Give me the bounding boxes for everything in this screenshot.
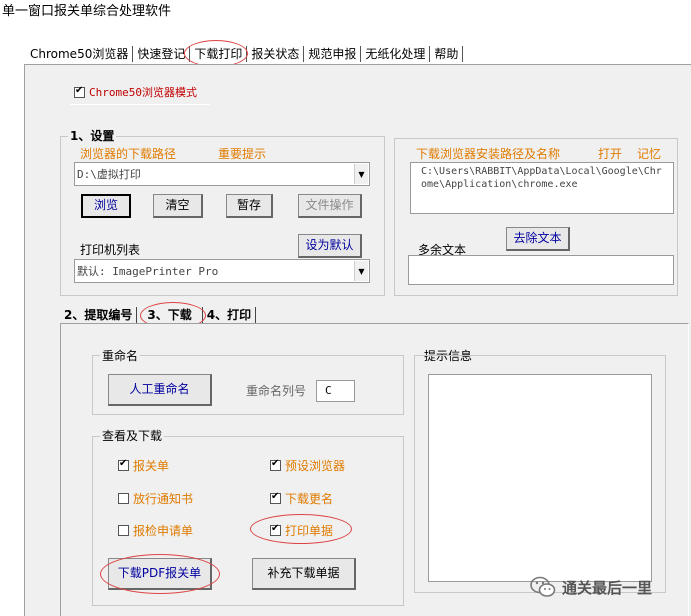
clear-button[interactable]: 清空 [153,194,203,218]
chrome-mode-checkbox[interactable] [74,85,85,98]
rename-title: 重命名 [100,347,141,364]
checkbox-customs-declaration[interactable]: 报关单 [118,457,169,474]
remove-text-button[interactable]: 去除文本 [506,227,570,251]
rename-column-label: 重命名列号 [246,384,307,398]
checkbox-download-rename[interactable]: 下载更名 [270,490,333,507]
printer-combo[interactable]: 默认: ImagePrinter Pro ▼ [74,259,370,283]
checkbox-box[interactable] [270,491,281,504]
checkbox-preset-browser[interactable]: 预设浏览器 [270,457,345,474]
info-textbox[interactable] [428,374,652,582]
chevron-down-icon[interactable]: ▼ [354,164,368,184]
checkbox-label: 放行通知书 [133,492,194,506]
window-title: 单一窗口报关单综合处理软件 [2,4,172,19]
printer-value: 默认: ImagePrinter Pro [77,265,219,278]
subtab-print[interactable]: 4、打印 [203,307,257,323]
set-default-button[interactable]: 设为默认 [298,234,362,258]
tab-chrome50[interactable]: Chrome50浏览器 [26,46,134,62]
checkbox-box[interactable] [118,458,129,471]
checkbox-release-notice[interactable]: 放行通知书 [118,490,193,507]
browser-install-label: 下载浏览器安装路径及名称 [416,147,561,161]
rename-column-input[interactable]: C [316,380,355,402]
checkbox-label: 下载更名 [285,492,334,506]
highlight-circle-pdf [100,554,220,594]
download-path-label: 浏览器的下载路径 [80,147,177,161]
manual-rename-button[interactable]: 人工重命名 [108,374,212,406]
tab-standard-declare[interactable]: 规范申报 [304,46,362,62]
chrome-mode-underline [70,104,210,105]
supplement-download-button[interactable]: 补充下载单据 [252,558,356,590]
pause-button[interactable]: 暂存 [226,194,273,218]
browse-button[interactable]: 浏览 [81,194,131,218]
checkbox-label: 预设浏览器 [285,459,346,473]
checkbox-label: 报关单 [133,459,170,473]
watermark-text: 通关最后一里 [562,578,653,597]
file-ops-button[interactable]: 文件操作 [298,194,362,218]
watermark: 通关最后一里 [530,576,652,598]
highlight-circle-print [250,514,352,544]
checkbox-box[interactable] [118,525,129,536]
important-tip-link[interactable]: 重要提示 [218,145,266,162]
wechat-icon [530,576,556,597]
download-path-value: D:\虚拟打印 [77,168,141,181]
checkbox-box[interactable] [118,493,129,504]
browser-path-value: C:\Users\RABBIT\AppData\Local\Google\Chr… [421,166,662,190]
view-download-title: 查看及下载 [100,427,165,444]
settings-title: 1、设置 [68,127,117,144]
tab-quick-register[interactable]: 快速登记 [133,46,191,62]
tab-help[interactable]: 帮助 [430,46,464,62]
checkbox-box[interactable] [270,458,281,471]
checkbox-inspection-application[interactable]: 报检申请单 [118,522,193,539]
chevron-down-icon[interactable]: ▼ [354,261,368,281]
download-path-combo[interactable]: D:\虚拟打印 ▼ [74,162,370,186]
checkbox-label: 报检申请单 [133,524,194,538]
tab-paperless[interactable]: 无纸化处理 [361,46,431,62]
highlight-circle-tab [184,40,248,67]
extra-text-input[interactable] [408,255,674,285]
rename-column-value: C [325,384,332,397]
open-link[interactable]: 打开 [598,145,622,162]
printer-list-label: 打印机列表 [80,243,141,257]
remember-link[interactable]: 记忆 [637,145,661,162]
chrome-mode-row[interactable]: Chrome50浏览器模式 [74,84,197,100]
tab-customs-status[interactable]: 报关状态 [247,46,305,62]
chrome-mode-label: Chrome50浏览器模式 [89,86,197,99]
subtab-extract-number[interactable]: 2、提取编号 [60,307,138,323]
browser-path-textbox[interactable]: C:\Users\RABBIT\AppData\Local\Google\Chr… [410,162,674,214]
